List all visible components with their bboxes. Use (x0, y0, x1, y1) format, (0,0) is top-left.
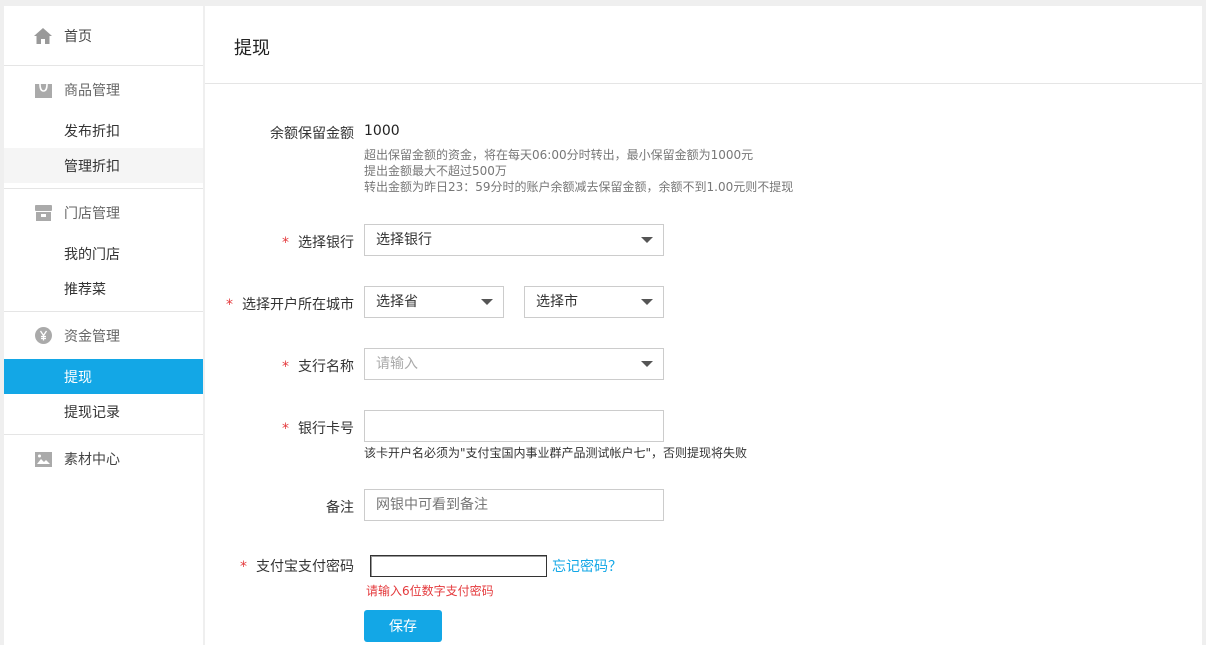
image-icon (34, 450, 52, 468)
required-mark: * (282, 359, 289, 375)
sidebar-group-label: 资金管理 (64, 328, 120, 345)
tip-line: 提出金额最大不超过500万 (364, 164, 507, 178)
sidebar-group-label: 商品管理 (64, 82, 120, 99)
reserve-tips: 超出保留金额的资金，将在每天06:00分时转出，最小保留金额为1000元 提出金… (364, 147, 793, 195)
password-label: * 支付宝支付密码 (240, 559, 354, 575)
sidebar-item-manage-discount[interactable]: 管理折扣 (4, 148, 203, 183)
reserve-label: 余额保留金额 (270, 126, 354, 142)
save-button[interactable]: 保存 (364, 610, 442, 642)
payment-password-input[interactable] (370, 555, 547, 577)
required-mark: * (282, 421, 289, 437)
sidebar-item-recommended-dish[interactable]: 推荐菜 (4, 271, 203, 306)
bank-label: * 选择银行 (282, 235, 354, 251)
card-note: 该卡开户名必须为"支付宝国内事业群产品测试帐户七"，否则提现将失败 (364, 446, 748, 460)
bank-select[interactable]: 选择银行 (364, 224, 664, 256)
remark-input[interactable] (364, 489, 664, 521)
required-mark: * (240, 559, 247, 575)
card-number-input[interactable] (364, 410, 664, 442)
main-panel: 提现 余额保留金额 1000 超出保留金额的资金，将在每天06:00分时转出，最… (205, 6, 1202, 645)
yen-icon (34, 327, 52, 345)
chevron-down-icon (641, 237, 653, 243)
required-mark: * (282, 235, 289, 251)
sidebar-item-label: 首页 (64, 28, 92, 45)
sidebar-item-my-store[interactable]: 我的门店 (4, 236, 203, 271)
branch-label: * 支行名称 (282, 359, 354, 375)
sidebar-item-withdraw[interactable]: 提现 (4, 359, 203, 394)
province-select[interactable]: 选择省 (364, 286, 504, 318)
sidebar-item-material[interactable]: 素材中心 (4, 435, 203, 483)
city-label: * 选择开户所在城市 (226, 297, 354, 313)
home-icon (34, 27, 52, 45)
sidebar-group-label: 门店管理 (64, 205, 120, 222)
card-label: * 银行卡号 (282, 421, 354, 437)
password-error: 请输入6位数字支付密码 (366, 584, 494, 598)
chevron-down-icon (641, 299, 653, 305)
sidebar-group-store[interactable]: 门店管理 (4, 189, 203, 236)
shopping-bag-icon (34, 81, 52, 99)
sidebar-group-goods[interactable]: 商品管理 (4, 66, 203, 113)
forgot-password-link[interactable]: 忘记密码？ (552, 556, 622, 576)
reserve-amount: 1000 (364, 123, 400, 139)
required-mark: * (226, 297, 233, 313)
tip-line: 超出保留金额的资金，将在每天06:00分时转出，最小保留金额为1000元 (364, 148, 754, 162)
remark-label: 备注 (326, 500, 354, 516)
sidebar-item-publish-discount[interactable]: 发布折扣 (4, 113, 203, 148)
store-icon (34, 204, 52, 222)
sidebar-item-label: 素材中心 (64, 452, 120, 468)
chevron-down-icon (641, 361, 653, 367)
sidebar-group-funds[interactable]: 资金管理 (4, 312, 203, 359)
chevron-down-icon (481, 299, 493, 305)
sidebar-item-withdraw-records[interactable]: 提现记录 (4, 394, 203, 429)
sidebar: 首页 商品管理 发布折扣 管理折扣 门店管理 我的门店 推荐菜 资金管理 提现 … (4, 6, 203, 645)
city-select[interactable]: 选择市 (524, 286, 664, 318)
branch-select[interactable]: 请输入 (364, 348, 664, 380)
tip-line: 转出金额为昨日23：59分时的账户余额减去保留金额，余额不到1.00元则不提现 (364, 180, 794, 194)
sidebar-item-home[interactable]: 首页 (4, 6, 203, 65)
page-title: 提现 (205, 6, 1202, 84)
